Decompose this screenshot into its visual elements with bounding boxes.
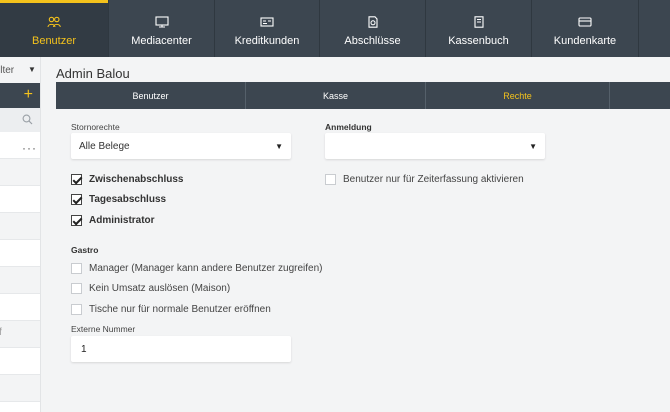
- top-navigation: Benutzer Mediacenter Kreditkunden Abschl…: [0, 0, 670, 57]
- list-item[interactable]: [0, 213, 40, 240]
- checkbox-icon[interactable]: [71, 262, 82, 274]
- search-field[interactable]: [0, 108, 40, 132]
- checkbox-icon[interactable]: [325, 173, 336, 185]
- card-icon: [259, 15, 275, 29]
- chevron-down-icon: ▼: [529, 142, 537, 151]
- anmeldung-select[interactable]: ▼: [325, 133, 545, 159]
- document-icon: [365, 15, 381, 29]
- list-item-label: f: [0, 327, 2, 338]
- storno-label: Stornorechte: [71, 122, 120, 132]
- nav-item-abschluesse[interactable]: Abschlüsse: [320, 0, 426, 57]
- nav-label: Kreditkunden: [234, 35, 300, 47]
- list-item[interactable]: [0, 294, 40, 321]
- checkbox-tagesabschluss[interactable]: Tagesabschluss: [71, 192, 166, 206]
- checkbox-administrator[interactable]: Administrator: [71, 213, 155, 227]
- tab-rechte[interactable]: Rechte: [426, 82, 610, 109]
- checkbox-icon[interactable]: [71, 303, 82, 315]
- checkbox-manager[interactable]: Manager (Manager kann andere Benutzer zu…: [71, 261, 322, 275]
- customer-card-icon: [577, 15, 593, 29]
- externe-nummer-value: 1: [81, 344, 87, 355]
- nav-item-more[interactable]: [639, 0, 670, 57]
- checkbox-label: Manager (Manager kann andere Benutzer zu…: [89, 262, 323, 274]
- sub-tabs: Benutzer Kasse Rechte: [56, 82, 670, 109]
- storno-value: Alle Belege: [79, 141, 130, 152]
- checkbox-icon[interactable]: [71, 282, 82, 294]
- users-icon: [46, 15, 62, 29]
- list-item[interactable]: [0, 375, 40, 402]
- nav-label: Kassenbuch: [448, 35, 509, 47]
- list-item[interactable]: [0, 348, 40, 375]
- nav-item-mediacenter[interactable]: Mediacenter: [109, 0, 215, 57]
- nav-item-kundenkarte[interactable]: Kundenkarte: [532, 0, 639, 57]
- checkbox-label: Benutzer nur für Zeiterfassung aktiviere…: [343, 173, 524, 185]
- nav-item-kreditkunden[interactable]: Kreditkunden: [215, 0, 320, 57]
- anmeldung-label: Anmeldung: [325, 122, 372, 132]
- nav-label: Kundenkarte: [553, 35, 617, 47]
- search-icon: [22, 114, 33, 125]
- checkbox-icon[interactable]: [71, 173, 82, 185]
- book-icon: [471, 15, 487, 29]
- user-list-panel: ilter ▼ + ··· f: [0, 57, 41, 412]
- checkbox-zeiterfassung[interactable]: Benutzer nur für Zeiterfassung aktiviere…: [325, 172, 524, 186]
- tab-benutzer[interactable]: Benutzer: [56, 82, 246, 109]
- externe-nummer-label: Externe Nummer: [71, 324, 136, 334]
- checkbox-label: Tische nur für normale Benutzer eröffnen: [89, 303, 271, 315]
- nav-label: Abschlüsse: [344, 35, 401, 47]
- checkbox-tische[interactable]: Tische nur für normale Benutzer eröffnen: [71, 302, 271, 316]
- nav-label: Mediacenter: [131, 35, 192, 47]
- more-options-icon[interactable]: ···: [22, 141, 37, 155]
- list-item[interactable]: [0, 240, 40, 267]
- checkbox-label: Zwischenabschluss: [89, 173, 184, 185]
- list-item[interactable]: [0, 186, 40, 213]
- add-user-button[interactable]: +: [0, 83, 40, 108]
- checkbox-zwischenabschluss[interactable]: Zwischenabschluss: [71, 172, 183, 186]
- filter-dropdown[interactable]: ilter ▼: [0, 57, 40, 83]
- gastro-label: Gastro: [71, 245, 99, 255]
- tab-kasse[interactable]: Kasse: [246, 82, 426, 109]
- page-title: Admin Balou: [56, 66, 130, 81]
- nav-item-kassenbuch[interactable]: Kassenbuch: [426, 0, 532, 57]
- filter-label: ilter: [0, 65, 15, 76]
- externe-nummer-input[interactable]: 1: [71, 336, 291, 362]
- list-item[interactable]: [0, 321, 40, 348]
- checkbox-label: Kein Umsatz auslösen (Maison): [89, 282, 231, 294]
- checkbox-kein-umsatz[interactable]: Kein Umsatz auslösen (Maison): [71, 281, 230, 295]
- nav-label: Benutzer: [31, 35, 77, 47]
- chevron-down-icon: ▼: [28, 65, 36, 74]
- checkbox-icon[interactable]: [71, 193, 82, 205]
- nav-item-benutzer[interactable]: Benutzer: [0, 0, 109, 57]
- chevron-down-icon: ▼: [275, 142, 283, 151]
- list-item[interactable]: [0, 267, 40, 294]
- checkbox-icon[interactable]: [71, 214, 82, 226]
- list-item[interactable]: [0, 159, 40, 186]
- checkbox-label: Tagesabschluss: [89, 193, 167, 205]
- monitor-icon: [154, 15, 170, 29]
- storno-select[interactable]: Alle Belege ▼: [71, 133, 291, 159]
- checkbox-label: Administrator: [89, 214, 155, 226]
